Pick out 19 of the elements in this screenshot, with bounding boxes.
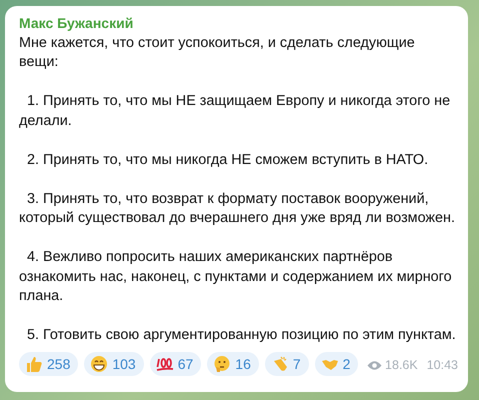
- reaction-button[interactable]: 67: [150, 352, 202, 376]
- message-paragraph: 4. Вежливо попросить наших американских партнёров ознакомить нас, наконец, с пунктами и содержанием их мирного плана.: [19, 248, 453, 306]
- message-paragraph: 2. Принять то, что мы никогда НЕ сможем вступить в НАТО.: [26, 150, 430, 170]
- reaction-button[interactable]: 7: [264, 352, 309, 376]
- eye-icon: [367, 360, 382, 372]
- author-name[interactable]: Макс Бужанский: [19, 14, 458, 34]
- message-paragraph: 3. Принять то, что возврат к формату поставок вооружений, который существовал до вчерашнего дня уже вряд ли возможен.: [19, 190, 456, 228]
- reaction-button[interactable]: 258: [19, 352, 78, 376]
- grinning-face-icon: [90, 354, 108, 372]
- reaction-button[interactable]: 2: [314, 352, 358, 376]
- thumbs-up-icon: [25, 354, 43, 372]
- message-paragraph: 1. Принять то, что мы НЕ защищаем Европу и никогда этого не делали.: [19, 92, 452, 130]
- message-paragraph: 5. Готовить свою аргументированную позицию по этим пунктам.: [26, 326, 457, 345]
- message-time: 10:43: [426, 357, 458, 374]
- view-count: 18.6K: [385, 357, 418, 374]
- message-text: Мне кажется, что стоит успокоиться, и сделать следующие вещи:: [19, 34, 416, 72]
- reaction-button[interactable]: 103: [84, 352, 144, 376]
- thinking-face-icon: [213, 354, 232, 372]
- reaction-button[interactable]: 16: [207, 352, 259, 376]
